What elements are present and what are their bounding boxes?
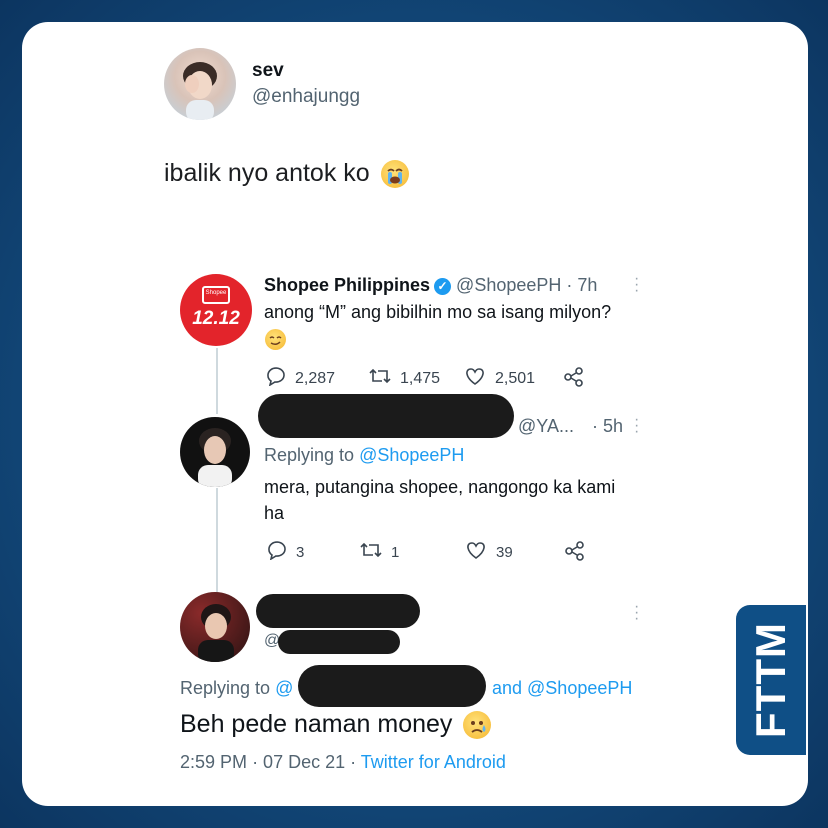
thread-line (216, 348, 218, 414)
share-icon[interactable] (564, 540, 586, 567)
shopee-like: 2,501 (463, 366, 535, 391)
outer-tweet-text: ibalik nyo antok ko (164, 159, 409, 189)
shopee-actions: 2,287 (265, 366, 335, 391)
crying-face-icon (463, 711, 492, 740)
shopee-logo-brand: Shopee (205, 290, 227, 296)
crying-face-icon (380, 160, 409, 189)
reply1-reply: 3 (266, 540, 304, 564)
person-photo-icon (198, 604, 234, 662)
fttm-logo-text: FTTM (747, 622, 794, 738)
redacted-display-name (256, 594, 420, 628)
shopee-retweet-count: 1,475 (400, 369, 441, 387)
shopee-tweet-text: anong “M” ang bibilhin mo sa isang milyo… (264, 302, 612, 322)
fttm-watermark: FTTM (736, 605, 806, 755)
replying-to-shopee[interactable]: and @ShopeePH (492, 678, 632, 699)
shopee-retweet: 1,475 (368, 366, 440, 391)
outer-tweet-text-content: ibalik nyo antok ko (164, 159, 370, 187)
shopee-like-count: 2,501 (495, 369, 536, 387)
share-icon[interactable] (563, 366, 585, 393)
replying-to-at[interactable]: @ (275, 678, 293, 698)
shopee-logo-avatar[interactable]: Shopee 12.12 (180, 274, 252, 346)
reply2-client[interactable]: Twitter for Android (361, 752, 506, 772)
reply2-tweet-text: Beh pede naman money (180, 710, 492, 740)
reply2-text-content: Beh pede naman money (180, 710, 453, 738)
sev-avatar[interactable] (164, 48, 236, 120)
redacted-replying-handle (298, 665, 486, 707)
reply1-avatar[interactable] (180, 417, 250, 487)
redacted-handle (278, 630, 400, 654)
reply1-text-line1: mera, putangina shopee, nangongo ka kami (264, 477, 616, 497)
reply2-more-icon[interactable]: · · · (634, 599, 639, 627)
shopee-header: Shopee Philippines ✓ @ShopeePH · 7h (264, 275, 597, 296)
reply1-more-icon[interactable]: · · · (634, 412, 639, 440)
shopee-reply-count: 2,287 (295, 369, 336, 387)
reply2-avatar[interactable] (180, 592, 250, 662)
reply1-retweet-count: 1 (391, 543, 400, 561)
retweet-icon[interactable] (368, 366, 392, 391)
tweet-card: sev @enhajungg ibalik nyo antok ko Shope… (22, 22, 808, 806)
outer-author-handle[interactable]: @enhajungg (252, 86, 360, 108)
reply1-retweet: 1 (359, 540, 399, 564)
reply1-replying-to: Replying to @ShopeePH (264, 445, 464, 466)
reply1-handle[interactable]: @YA... (518, 416, 574, 437)
shopee-name[interactable]: Shopee Philippines (264, 275, 430, 295)
reply2-meta: 2:59 PM · 07 Dec 21 · Twitter for Androi… (180, 752, 506, 773)
replying-to-handle[interactable]: @ShopeePH (359, 445, 464, 465)
person-photo-icon (198, 428, 232, 487)
thread-line (216, 488, 218, 598)
smirking-face-icon (265, 329, 286, 350)
reply2-time[interactable]: 2:59 PM (180, 752, 247, 772)
reply1-time[interactable]: · 5h (592, 416, 623, 437)
reply1-text-line2: ha (264, 503, 285, 523)
verified-badge-icon: ✓ (434, 277, 452, 295)
reply-icon[interactable] (266, 540, 288, 564)
retweet-icon[interactable] (359, 540, 383, 564)
replying-to-label: Replying to (180, 678, 271, 698)
shopee-handle[interactable]: @ShopeePH (456, 275, 561, 295)
heart-icon[interactable] (464, 540, 488, 564)
reply2-date[interactable]: · 07 Dec 21 · (252, 752, 356, 772)
redacted-display-name (258, 394, 514, 438)
reply1-like: 39 (464, 540, 513, 564)
shopee-time[interactable]: · 7h (566, 275, 597, 295)
replying-to-label: Replying to (264, 445, 355, 465)
reply-icon[interactable] (265, 366, 287, 391)
outer-author-name[interactable]: sev (252, 60, 284, 82)
heart-icon[interactable] (463, 366, 487, 391)
reply2-replying-to: Replying to @ (180, 678, 293, 699)
person-photo-icon (183, 62, 217, 120)
shopee-logo-date: 12.12 (192, 308, 240, 329)
reply1-reply-count: 3 (296, 543, 305, 561)
reply1-like-count: 39 (496, 543, 513, 561)
shopee-more-icon[interactable]: · · · (634, 271, 639, 299)
